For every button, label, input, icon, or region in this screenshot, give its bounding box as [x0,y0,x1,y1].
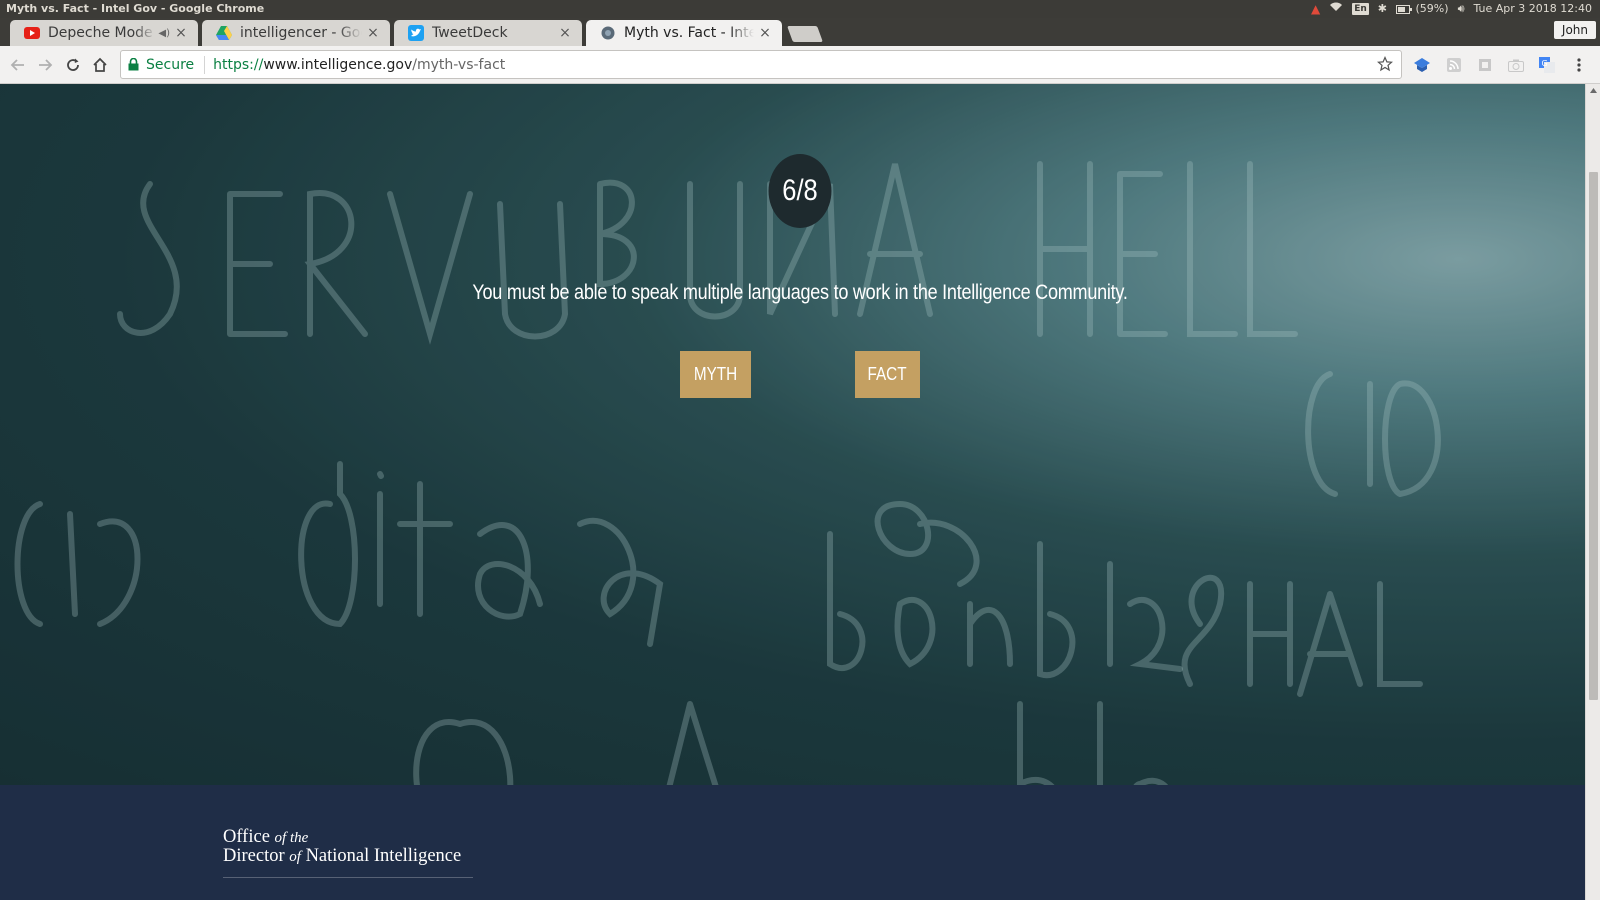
extension-bluebird-icon[interactable] [1413,56,1431,74]
footer-divider [223,877,473,878]
wifi-icon[interactable] [1329,0,1343,18]
logo-line-2: Director of National Intelligence [223,847,461,866]
arrow-right-icon [39,59,53,71]
odni-logo[interactable]: Office of the Director of National Intel… [223,828,461,866]
back-button[interactable] [8,55,28,75]
puzzle-extension-icon[interactable] [1476,56,1494,74]
close-tab-icon[interactable]: × [174,25,188,41]
volume-icon[interactable]: 🔊︎ [1458,0,1465,18]
url-scheme: https:// [213,56,264,73]
battery-indicator[interactable]: (59%) [1396,0,1449,18]
bluetooth-icon[interactable]: ✱ [1378,0,1387,18]
fact-button[interactable]: FACT [855,351,920,398]
lock-icon[interactable] [128,58,140,72]
logo-text-italic: of [289,849,301,865]
tab-myth-vs-fact[interactable]: Myth vs. Fact - Intel × [586,20,782,46]
myth-button-label: MYTH [693,364,738,384]
bookmark-star-icon[interactable] [1376,55,1394,76]
tab-depeche-mode[interactable]: Depeche Mode - ◀) × [10,20,198,46]
tab-intelligencer[interactable]: intelligencer - Goog × [202,20,390,46]
audio-playing-icon[interactable]: ◀) [158,28,170,39]
secure-label[interactable]: Secure [146,57,194,73]
close-tab-icon[interactable]: × [558,25,572,41]
logo-text-italic: of the [274,830,309,846]
url-path: /myth-vs-fact [412,56,506,73]
tab-label: intelligencer - Goog [240,25,362,41]
home-button[interactable] [90,55,110,75]
page-viewport: 6/8 You must be able to speak multiple l… [0,84,1585,900]
scrollbar-thumb[interactable] [1589,172,1598,700]
reload-icon [67,58,79,71]
globe-icon [600,25,616,41]
system-tray: ▲ En ✱ (59%) 🔊︎ Tue Apr 3 2018 12:40 [1311,0,1592,18]
camera-icon[interactable] [1507,56,1525,74]
chrome-menu-icon[interactable] [1570,56,1588,74]
myth-button[interactable]: MYTH [680,351,751,398]
omnibox-divider [204,55,206,74]
profile-button[interactable]: John [1553,21,1596,39]
tab-strip: Depeche Mode - ◀) × intelligencer - Goog… [0,18,1600,46]
clock[interactable]: Tue Apr 3 2018 12:40 [1474,0,1593,18]
logo-line-1: Office of the [223,828,461,847]
forward-button[interactable] [35,55,55,75]
battery-icon [1396,4,1413,14]
logo-text: National Intelligence [300,846,462,866]
tab-label: Depeche Mode - [48,25,157,41]
chalkboard-hero: 6/8 You must be able to speak multiple l… [0,84,1585,785]
close-tab-icon[interactable]: × [366,25,380,41]
youtube-icon [24,25,40,41]
google-drive-icon [216,25,232,41]
svg-text:G: G [1542,59,1548,68]
tab-label: Myth vs. Fact - Intel [624,25,754,41]
warning-icon[interactable]: ▲ [1311,0,1320,18]
os-title-bar: Myth vs. Fact - Intel Gov - Google Chrom… [0,0,1600,18]
browser-toolbar: Secure https://www.intelligence.gov/myth… [0,46,1600,84]
home-icon [93,57,107,72]
tab-label: TweetDeck [432,25,508,41]
url-host: www.intelligence.gov [263,56,413,73]
arrow-left-icon [10,59,24,71]
twitter-icon [408,25,424,41]
logo-text: Director [223,846,290,866]
rss-icon[interactable] [1445,56,1463,74]
page-footer: Office of the Director of National Intel… [0,785,1585,900]
close-tab-icon[interactable]: × [758,25,772,41]
page-scrollbar[interactable] [1585,84,1600,900]
logo-text: Office [223,827,275,847]
keyboard-layout-indicator[interactable]: En [1352,3,1369,15]
fact-button-label: FACT [867,364,908,384]
address-bar[interactable]: Secure https://www.intelligence.gov/myth… [120,50,1402,79]
scroll-up-arrow-icon[interactable] [1589,86,1598,95]
tab-tweetdeck[interactable]: TweetDeck × [394,20,582,46]
new-tab-button[interactable] [787,26,823,42]
battery-percent: (59%) [1415,2,1449,15]
reload-button[interactable] [63,55,83,75]
quiz-statement: You must be able to speak multiple langu… [472,281,1128,304]
window-title: Myth vs. Fact - Intel Gov - Google Chrom… [6,2,265,15]
question-counter: 6/8 [768,154,832,228]
google-translate-icon[interactable]: G [1538,56,1556,74]
